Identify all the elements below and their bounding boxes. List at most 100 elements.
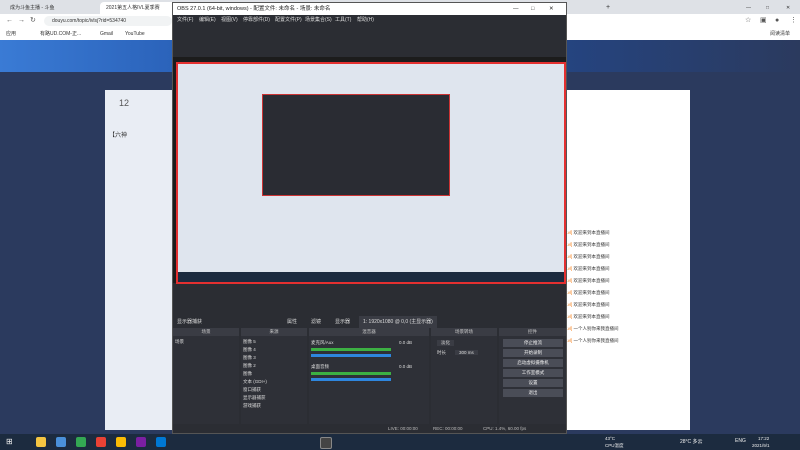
clock-time[interactable]: 17:22 xyxy=(758,435,769,442)
menu-view[interactable]: 视图(V) xyxy=(221,15,238,26)
display-label: 显示器 xyxy=(335,319,351,325)
clock-date[interactable]: 2021/9/1 xyxy=(752,442,770,449)
bookmark-reading-list[interactable]: 阅读清单 xyxy=(770,28,790,40)
source-item[interactable]: 图像 5 xyxy=(243,339,256,345)
source-item[interactable]: 窗口捕获 xyxy=(243,387,261,393)
edge-icon[interactable] xyxy=(56,437,66,447)
duration-input[interactable]: 300 ms xyxy=(455,350,478,355)
obs-title-bar: OBS 27.0.1 (64-bit, windows) - 配置文件: 未命名… xyxy=(173,3,566,15)
chat-msg: 一个人别你来我直播间 xyxy=(573,326,619,331)
transition-select[interactable]: 淡化 xyxy=(437,340,454,346)
mixer-channel-db: 0.0 dB xyxy=(399,364,413,369)
maximize-icon[interactable]: □ xyxy=(760,2,782,14)
chat-line: [Lvl] 欢迎来到本直播间 xyxy=(564,266,610,272)
chat-line: [Lvl] 一个人别你来我直播间 xyxy=(564,326,619,332)
display-capture-source[interactable] xyxy=(176,62,566,284)
studio-mode-button[interactable]: 工作室模式 xyxy=(503,369,563,377)
start-recording-button[interactable]: 开始录制 xyxy=(503,349,563,357)
controls-dock: 控件 停止推流 开始录制 启动虚拟摄像机 工作室模式 设置 退出 xyxy=(499,328,566,424)
app-icon[interactable] xyxy=(156,437,166,447)
start-icon[interactable]: ⊞ xyxy=(6,437,13,446)
tab-label: 2021第五人格IVL夏季赛 xyxy=(106,5,160,11)
cpu-temp-label: CPU温度 xyxy=(605,443,624,448)
volume-meter xyxy=(311,372,391,375)
dock-title: 来源 xyxy=(241,328,307,336)
app-icon[interactable] xyxy=(136,437,146,447)
file-explorer-icon[interactable] xyxy=(36,437,46,447)
dock-title: 场景转场 xyxy=(431,328,497,336)
menu-edit[interactable]: 编辑(E) xyxy=(199,15,216,26)
url-bar[interactable]: douyu.com/topic/ivlsj?rid=534740 xyxy=(44,16,172,26)
language-indicator[interactable]: ENG xyxy=(735,438,746,444)
source-item[interactable]: 图像 3 xyxy=(243,355,256,361)
chat-line: [Lvl] 欢迎来到本直播间 xyxy=(564,290,610,296)
source-item[interactable]: 图像 4 xyxy=(243,347,256,353)
chat-msg: 欢迎来到本直播间 xyxy=(573,230,610,235)
menu-file[interactable]: 文件(F) xyxy=(177,15,193,26)
room-label: 【六神 xyxy=(109,133,128,139)
star-icon[interactable]: ☆ xyxy=(745,16,751,26)
volume-slider[interactable] xyxy=(311,354,391,357)
close-icon[interactable]: ✕ xyxy=(780,2,800,14)
menu-help[interactable]: 帮助(H) xyxy=(357,15,374,26)
menu-profile[interactable]: 配置文件(P) xyxy=(275,15,302,26)
app-icon[interactable] xyxy=(116,437,126,447)
chat-panel: [Lvl] 欢迎来到本直播间 [Lvl] 欢迎来到本直播间 [Lvl] 欢迎来到… xyxy=(560,90,690,430)
chat-line: [Lvl] 欢迎来到本直播间 xyxy=(564,314,610,320)
stop-stream-button[interactable]: 停止推流 xyxy=(503,339,563,347)
store-icon[interactable] xyxy=(76,437,86,447)
mixer-channel-db: 0.0 dB xyxy=(399,340,413,345)
chat-msg: 欢迎来到本直播间 xyxy=(573,314,610,319)
settings-button[interactable]: 设置 xyxy=(503,379,563,387)
obs-maximize-icon[interactable]: □ xyxy=(531,3,534,15)
mixer-channel-name: 麦克风/Aux xyxy=(311,340,334,345)
obs-title: OBS 27.0.1 (64-bit, windows) - 配置文件: 未命名… xyxy=(177,6,331,12)
live-time: LIVE: 00:00:00 xyxy=(388,426,418,431)
obs-minimize-icon[interactable]: — xyxy=(513,3,519,15)
extensions-icon[interactable]: ▣ xyxy=(760,16,767,26)
nested-preview xyxy=(262,94,450,196)
reload-icon[interactable]: ↻ xyxy=(30,16,36,26)
rec-time: REC: 00:00:00 xyxy=(433,426,463,431)
source-item[interactable]: 文本 (GDI+) xyxy=(243,379,267,385)
scene-item[interactable]: 场景 xyxy=(175,339,184,345)
source-item[interactable]: 显示器捕获 xyxy=(243,395,266,401)
profile-icon[interactable]: ● xyxy=(775,16,779,26)
obs-taskbar-icon[interactable] xyxy=(320,437,332,449)
properties-button[interactable]: 属性 xyxy=(287,316,297,328)
volume-meter xyxy=(311,348,391,351)
forward-icon[interactable]: → xyxy=(18,16,25,26)
tab-label: 成为斗鱼主播 - 斗鱼 xyxy=(10,5,55,11)
new-tab-button[interactable]: + xyxy=(600,2,622,14)
weather[interactable]: 28°C 多云 xyxy=(680,438,703,445)
obs-menu-bar: 文件(F) 编辑(E) 视图(V) 停靠部件(D) 配置文件(P) 场景集合(S… xyxy=(173,15,566,26)
menu-icon[interactable]: ⋮ xyxy=(790,16,797,26)
chat-msg: 欢迎来到本直播间 xyxy=(573,266,610,271)
minimize-icon[interactable]: — xyxy=(740,2,762,14)
volume-slider[interactable] xyxy=(311,378,391,381)
filters-button[interactable]: 滤镜 xyxy=(311,316,321,328)
chrome-icon[interactable] xyxy=(96,437,106,447)
windows-taskbar: ⊞ 43°C CPU温度 28°C 多云 ENG 17:22 2021/9/1 xyxy=(0,434,800,450)
source-item[interactable]: 图像 xyxy=(243,371,252,377)
chat-line: [Lvl] 一个人别你来我直播间 xyxy=(564,338,619,344)
sources-dock: 来源 图像 5 图像 4 图像 3 图像 2 图像 文本 (GDI+) 窗口捕获… xyxy=(241,328,307,424)
menu-scene-collection[interactable]: 场景集合(S) xyxy=(305,15,332,26)
menu-tools[interactable]: 工具(T) xyxy=(335,15,351,26)
display-select[interactable]: 1: 1920x1080 @ 0,0 (主显示器) xyxy=(359,316,437,328)
source-item[interactable]: 游戏捕获 xyxy=(243,403,261,409)
obs-close-icon[interactable]: ✕ xyxy=(549,3,554,15)
bookmark-gmail[interactable]: Gmail xyxy=(100,28,113,40)
exit-button[interactable]: 退出 xyxy=(503,389,563,397)
tab-douyu-anchor[interactable]: 成为斗鱼主播 - 斗鱼 xyxy=(4,2,96,14)
bookmark-youlu[interactable]: 有路UD.COM-正... xyxy=(40,28,81,40)
bookmark-apps[interactable]: 应用 xyxy=(6,28,16,40)
virtual-camera-button[interactable]: 启动虚拟摄像机 xyxy=(503,359,563,367)
source-item[interactable]: 图像 2 xyxy=(243,363,256,369)
chat-msg: 欢迎来到本直播间 xyxy=(573,278,610,283)
nested-taskbar xyxy=(178,272,564,282)
bookmark-youtube[interactable]: YouTube xyxy=(125,28,145,40)
back-icon[interactable]: ← xyxy=(6,16,13,26)
chat-msg: 一个人别你来我直播间 xyxy=(573,338,619,343)
menu-docks[interactable]: 停靠部件(D) xyxy=(243,15,270,26)
